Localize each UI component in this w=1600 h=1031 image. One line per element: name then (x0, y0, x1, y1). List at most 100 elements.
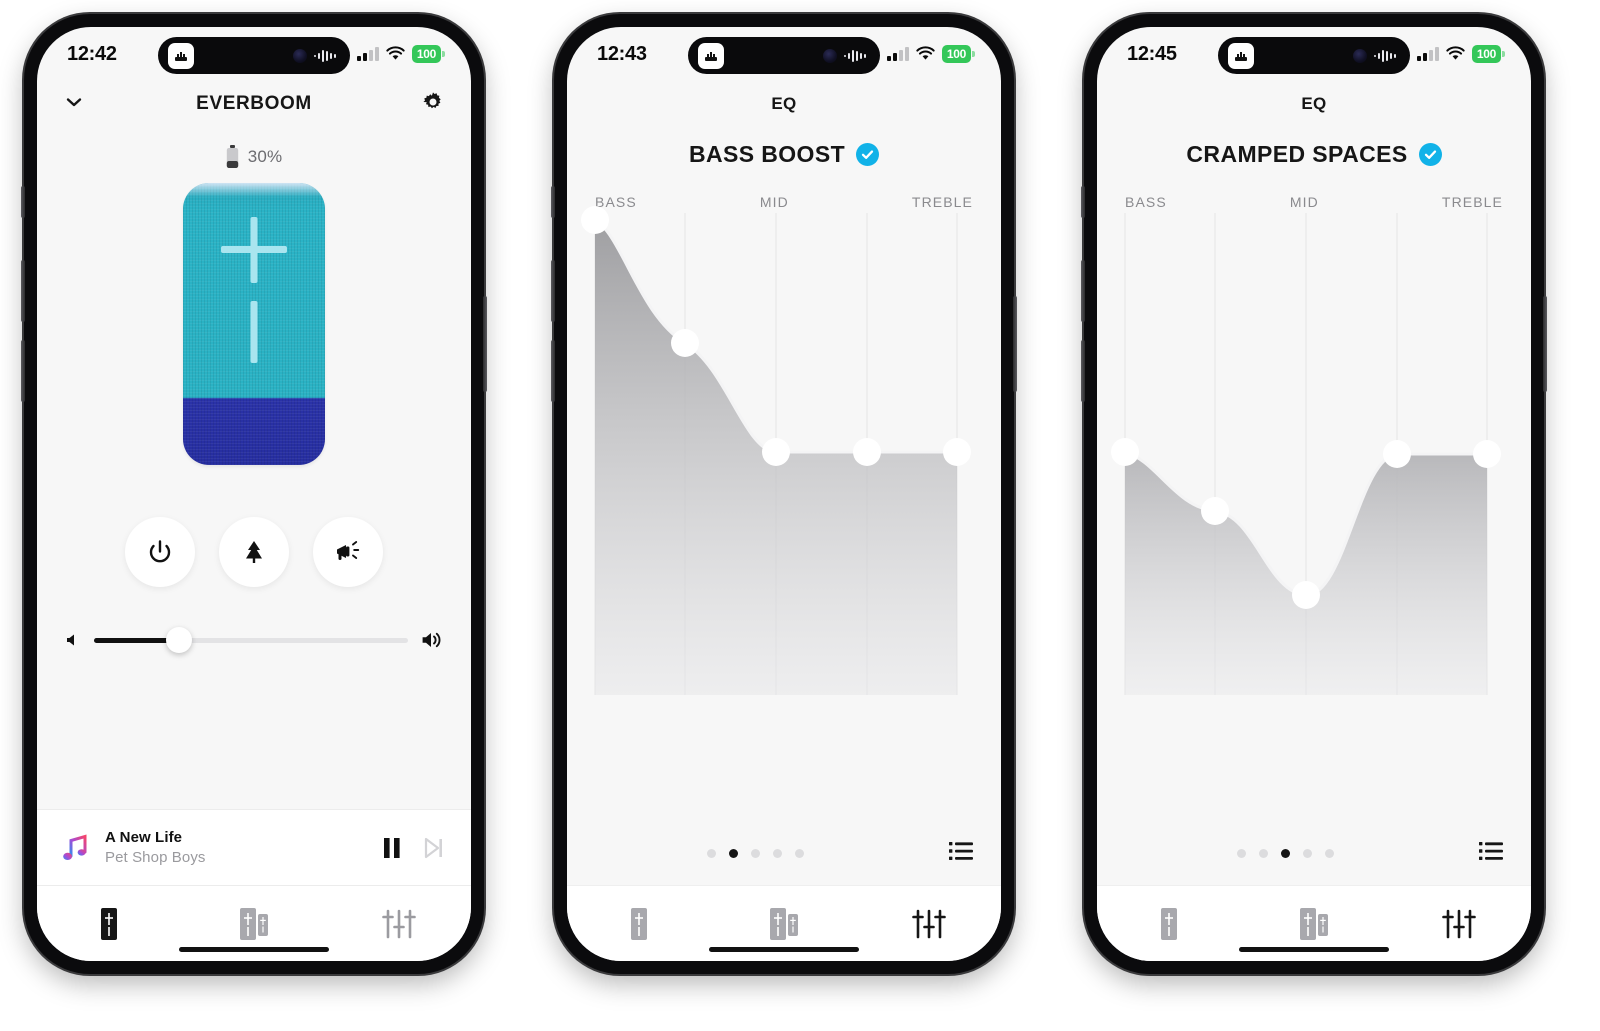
list-icon (948, 842, 973, 860)
eq-preset-header[interactable]: CRAMPED SPACES (1097, 141, 1531, 168)
status-right-cluster: 100 (886, 45, 971, 63)
megaphone-icon (337, 541, 360, 560)
eq-handle-mid[interactable] (1292, 581, 1320, 609)
tab-bar (1097, 885, 1531, 961)
nav-bar: EVERBOOM (37, 81, 471, 127)
tab-eq[interactable] (1386, 908, 1531, 940)
status-time: 12:45 (1127, 42, 1177, 65)
tab-party-up[interactable] (1242, 907, 1387, 941)
home-indicator (709, 947, 859, 952)
eq-handle-treble[interactable] (943, 438, 971, 466)
wifi-icon (916, 46, 935, 60)
power-icon (149, 540, 171, 563)
island-app-icon (698, 42, 724, 69)
power-side-button[interactable] (483, 296, 487, 392)
island-right-cluster (293, 48, 340, 63)
status-bar: 12:42 100 (37, 27, 471, 81)
eq-handle-upper-mid[interactable] (1383, 440, 1411, 468)
page-dot[interactable] (795, 849, 805, 858)
eq-handle-low-mid[interactable] (671, 329, 699, 357)
outdoor-boost-button[interactable] (219, 517, 289, 587)
nav-bar: EQ (567, 81, 1001, 127)
tab-party-up[interactable] (182, 907, 327, 941)
eq-pager-row (567, 841, 1001, 866)
eq-handle-bass[interactable] (1111, 438, 1139, 466)
page-dot[interactable] (751, 849, 761, 858)
island-app-icon (168, 42, 194, 69)
phone3-screen: 12:45 100 EQ CRAMPED SPACES BASS MID TRE… (1097, 27, 1531, 961)
page-dot[interactable] (707, 849, 717, 858)
page-dots[interactable] (1197, 849, 1335, 858)
preset-list-button[interactable] (1478, 841, 1503, 866)
tab-eq[interactable] (326, 908, 471, 940)
page-title: EQ (771, 94, 797, 113)
now-playing-bar[interactable]: A New Life Pet Shop Boys (37, 809, 471, 885)
dynamic-island (688, 37, 880, 74)
page-dot[interactable] (773, 849, 783, 858)
front-camera-icon (823, 48, 837, 63)
tab-single-speaker[interactable] (1097, 907, 1242, 941)
power-side-button[interactable] (1543, 296, 1547, 392)
page-dot[interactable] (729, 849, 739, 858)
eq-handle-upper-mid[interactable] (853, 438, 881, 466)
silent-switch[interactable] (1081, 186, 1085, 218)
screenshot-stage: 12:42 100 EVERBOOM 30% A New Life Pet Sh… (0, 0, 1600, 1031)
tab-party-up[interactable] (712, 907, 857, 941)
silent-switch[interactable] (551, 186, 555, 218)
page-dot[interactable] (1237, 849, 1247, 858)
eq-curve-svg (581, 206, 971, 695)
phone-eq-bass-boost: 12:43 100 EQ BASS BOOST BASS MID TREBLE (551, 14, 1017, 974)
page-title: EQ (1301, 94, 1327, 113)
cellular-bars-icon (886, 47, 909, 61)
power-side-button[interactable] (1013, 296, 1017, 392)
front-camera-icon (1353, 48, 1367, 63)
volume-slider-knob[interactable] (165, 627, 192, 653)
pause-button[interactable] (381, 836, 403, 860)
volume-down-button[interactable] (551, 340, 555, 402)
tab-single-speaker[interactable] (567, 907, 712, 941)
eq-handle-bass[interactable] (581, 206, 609, 234)
volume-up-button[interactable] (21, 260, 25, 322)
tree-icon (246, 541, 262, 563)
eq-handle-low-mid[interactable] (1201, 497, 1229, 525)
nav-bar: EQ (1097, 81, 1531, 127)
speaker-battery-row: 30% (37, 145, 471, 169)
battery-status-badge: 100 (1471, 45, 1501, 63)
playback-controls (381, 836, 449, 860)
eq-preset-header[interactable]: BASS BOOST (567, 141, 1001, 168)
speaker-multi-icon (1300, 907, 1328, 940)
collapse-button[interactable] (63, 91, 85, 118)
track-artist: Pet Shop Boys (105, 849, 206, 866)
speaker-image-wrap (37, 183, 471, 465)
eq-curve-chart[interactable] (1097, 195, 1531, 715)
eq-sliders-icon (1441, 909, 1476, 938)
preset-list-button[interactable] (948, 841, 973, 866)
home-indicator (1239, 947, 1389, 952)
page-dot[interactable] (1259, 849, 1269, 858)
megaphone-button[interactable] (313, 517, 383, 587)
volume-down-button[interactable] (1081, 340, 1085, 402)
battery-status-badge: 100 (411, 45, 441, 63)
power-button[interactable] (125, 517, 195, 587)
eq-pager-row (1097, 841, 1531, 866)
volume-up-button[interactable] (551, 260, 555, 322)
settings-button[interactable] (421, 90, 445, 119)
silent-switch[interactable] (21, 186, 25, 218)
page-dot[interactable] (1281, 849, 1291, 858)
battery-status-badge: 100 (941, 45, 971, 63)
chevron-down-icon (66, 97, 82, 106)
page-dot[interactable] (1303, 849, 1313, 858)
ue-everboom-speaker (183, 183, 325, 465)
tab-eq[interactable] (856, 908, 1001, 940)
tab-single-speaker[interactable] (37, 907, 182, 941)
page-dots[interactable] (667, 849, 805, 858)
eq-handle-mid[interactable] (762, 438, 790, 466)
eq-curve-chart[interactable] (567, 195, 1001, 715)
volume-down-button[interactable] (21, 340, 25, 402)
page-dot[interactable] (1325, 849, 1335, 858)
volume-slider[interactable] (94, 627, 408, 653)
next-track-button[interactable] (423, 836, 445, 860)
speaker-multi-icon (240, 907, 268, 940)
volume-up-button[interactable] (1081, 260, 1085, 322)
eq-handle-treble[interactable] (1473, 440, 1501, 468)
